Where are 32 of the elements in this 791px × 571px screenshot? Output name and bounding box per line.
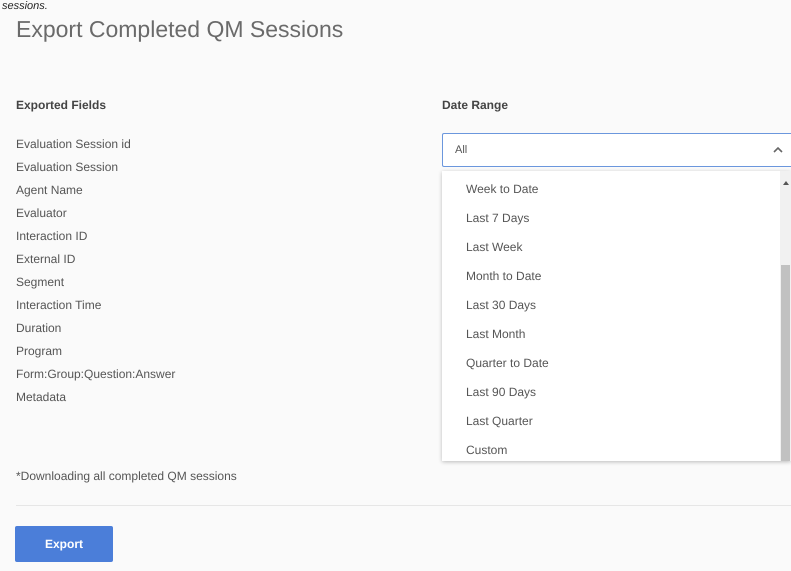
dropdown-option[interactable]: Last Quarter xyxy=(442,413,533,429)
field-name: External ID xyxy=(16,251,76,267)
field-name: Segment xyxy=(16,274,64,290)
scroll-up-arrow-icon[interactable] xyxy=(782,181,788,185)
field-name: Duration xyxy=(16,320,62,336)
dropdown-option[interactable]: Month to Date xyxy=(442,268,542,284)
dropdown-option[interactable]: Week to Date xyxy=(442,181,538,197)
dropdown-option[interactable]: Last 7 Days xyxy=(442,210,530,226)
dropdown-option[interactable]: Quarter to Date xyxy=(442,355,549,371)
section-heading: Date Range xyxy=(442,98,508,114)
field-name: Program xyxy=(16,343,62,359)
footnote: *Downloading all completed QM sessions xyxy=(16,469,237,483)
dropdown-option[interactable]: Last 90 Days xyxy=(442,384,536,400)
field-name: Interaction Time xyxy=(16,297,102,313)
dropdown-option[interactable]: Last Month xyxy=(442,326,526,342)
field-name: Agent Name xyxy=(16,182,83,198)
caption-fragment: sessions. xyxy=(2,0,48,13)
export-button[interactable]: Export xyxy=(15,526,113,562)
field-name: Metadata xyxy=(16,389,66,405)
section-heading: Exported Fields xyxy=(16,98,106,114)
dropdown-option[interactable]: Last 30 Days xyxy=(442,297,536,313)
field-name: Evaluation Session xyxy=(16,159,118,175)
dropdown-option[interactable]: Custom xyxy=(442,442,508,458)
page-title: Export Completed QM Sessions xyxy=(16,16,344,43)
field-name: Interaction ID xyxy=(16,228,88,244)
field-name: Evaluator xyxy=(16,205,67,221)
dropdown-option[interactable]: Last Week xyxy=(442,239,522,255)
field-name: Evaluation Session id xyxy=(16,136,131,152)
field-name: Form:Group:Question:Answer xyxy=(16,366,176,382)
date-range-dropdown[interactable]: All xyxy=(442,133,791,167)
chevron-icon xyxy=(773,147,783,153)
scrollbar[interactable] xyxy=(780,171,791,461)
